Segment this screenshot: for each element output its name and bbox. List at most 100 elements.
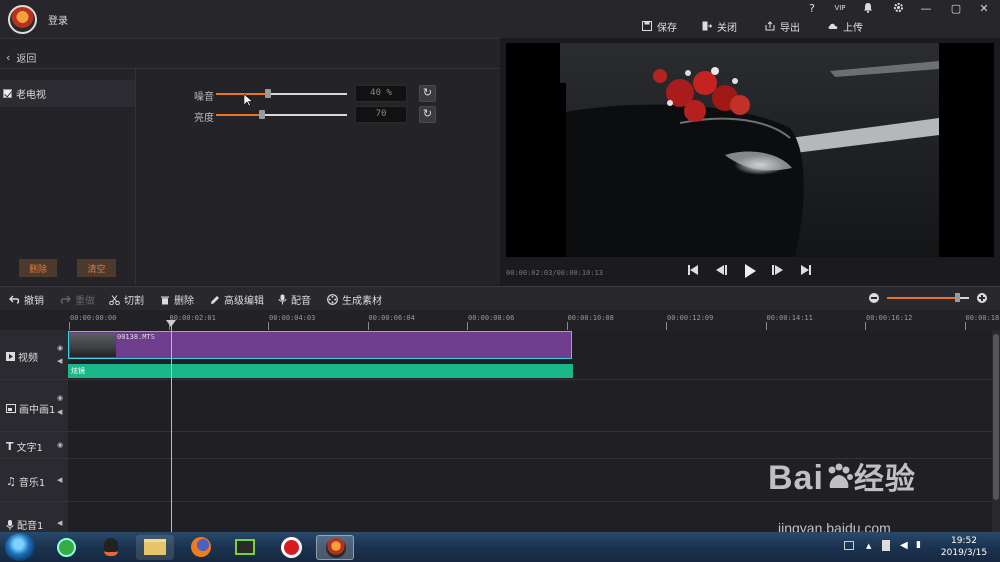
zoom-out-icon[interactable] [869, 293, 879, 303]
upload-button[interactable]: 上传 [828, 18, 863, 34]
cloud-upload-icon [828, 23, 838, 29]
pip-icon [6, 404, 16, 413]
step-back-icon[interactable] [714, 264, 728, 280]
clear-effects-button[interactable]: 清空 [77, 259, 116, 277]
noise-value[interactable]: 40 % [355, 85, 407, 102]
ruler-tick-label: 00:00:04:03 [269, 314, 316, 322]
gear-icon[interactable] [890, 2, 906, 16]
speaker-icon[interactable]: ◀ [57, 357, 65, 365]
taskbar-app-qq[interactable] [92, 535, 130, 560]
mic-icon [278, 294, 287, 305]
volume-icon[interactable]: ◀ [900, 540, 908, 551]
effect-bar[interactable]: 炫镜 [68, 364, 573, 378]
track-label: 配音1 [17, 521, 44, 532]
brightness-slider-handle[interactable] [259, 110, 265, 119]
delete-button[interactable]: 删除 [160, 292, 194, 307]
export-button[interactable]: 导出 [765, 18, 800, 34]
delete-effect-button[interactable]: 删除 [19, 259, 57, 277]
track-divider [0, 501, 992, 502]
keyboard-icon[interactable] [844, 541, 854, 550]
ruler-tick-mark [765, 322, 767, 330]
tray-expand-icon[interactable]: ▲ [866, 542, 871, 550]
vip-icon[interactable]: VIP [832, 4, 848, 18]
track-label: 文字1 [16, 443, 43, 454]
network-icon[interactable]: ▮ [916, 540, 921, 550]
cut-button[interactable]: 切割 [109, 292, 144, 307]
playhead-line[interactable] [171, 322, 172, 532]
login-link[interactable]: 登录 [48, 12, 68, 27]
track-label: 视频 [18, 353, 38, 364]
dub-button[interactable]: 配音 [278, 292, 311, 307]
tray-device-icon[interactable] [882, 540, 890, 551]
ruler-tick-mark [865, 322, 866, 330]
zoom-in-icon[interactable] [977, 293, 987, 303]
restore-button[interactable]: ▢ [948, 2, 964, 16]
brightness-value[interactable]: 70 [355, 106, 407, 123]
eye-icon[interactable]: ◉ [57, 441, 65, 449]
film-reel-icon [327, 294, 338, 305]
ruler-tick-label: 00:00:16:12 [866, 314, 913, 322]
ruler-tick-mark [467, 322, 468, 330]
speaker-icon[interactable]: ◀ [57, 408, 65, 416]
taskbar-app-video-editor[interactable] [316, 535, 354, 560]
track-pip[interactable]: 画中画1 [6, 401, 55, 416]
effect-checkbox[interactable] [3, 89, 12, 98]
redo-button[interactable]: 重做 [60, 292, 95, 307]
ruler-tick-label: 00:00:06:04 [368, 314, 415, 322]
close-window-button[interactable]: ✕ [976, 2, 992, 16]
start-button[interactable] [5, 533, 35, 561]
taskbar-app-recorder[interactable] [272, 535, 310, 560]
save-label: 保存 [657, 22, 677, 34]
minimize-button[interactable]: — [918, 2, 934, 16]
ruler-tick-label: 00:00:08:06 [468, 314, 515, 322]
preview-timecode: 00:00:02:03/00:00:10:13 [506, 269, 603, 277]
help-icon[interactable]: ? [804, 2, 820, 16]
redo-icon [60, 295, 71, 304]
track-music[interactable]: ♫ 音乐1 [6, 474, 45, 489]
brightness-slider-fill [216, 114, 262, 116]
close-button[interactable]: 关闭 [702, 18, 737, 34]
track-voice[interactable]: 配音1 [6, 517, 43, 532]
eye-icon[interactable]: ◉ [57, 344, 65, 352]
ruler-tick-label: 00:00:12:09 [667, 314, 714, 322]
track-text[interactable]: T 文字1 [6, 439, 43, 454]
taskbar-app-green[interactable] [47, 535, 85, 560]
taskbar-app-player[interactable] [226, 535, 264, 560]
speaker-icon[interactable]: ◀ [57, 476, 65, 484]
generate-material-button[interactable]: 生成素材 [327, 292, 382, 307]
redo-label: 重做 [75, 296, 95, 307]
mouse-cursor-icon [244, 94, 253, 107]
ruler-tick-mark [566, 322, 568, 330]
ruler-tick-mark [367, 322, 369, 330]
cut-label: 切割 [124, 296, 144, 307]
reset-icon[interactable]: ↻ [419, 106, 436, 123]
skip-end-icon[interactable] [799, 264, 813, 280]
step-forward-icon[interactable] [771, 264, 785, 280]
play-icon[interactable] [743, 264, 757, 280]
save-button[interactable]: 保存 [642, 18, 677, 34]
track-label: 画中画1 [19, 405, 56, 416]
edit-toolbar [0, 286, 1000, 310]
skip-start-icon[interactable] [686, 264, 700, 280]
advanced-edit-button[interactable]: 高级编辑 [210, 292, 264, 307]
back-button[interactable]: ‹ 返回 [6, 50, 36, 65]
noise-slider-handle[interactable] [265, 89, 271, 98]
speaker-icon[interactable]: ◀ [57, 519, 65, 527]
eye-icon[interactable]: ◉ [57, 394, 65, 402]
playhead-marker[interactable] [166, 320, 176, 327]
delete-label: 删除 [174, 296, 194, 307]
dub-label: 配音 [291, 296, 311, 307]
reset-icon[interactable]: ↻ [419, 85, 436, 102]
bell-icon[interactable] [860, 2, 876, 16]
undo-button[interactable]: 撤销 [9, 292, 44, 307]
track-video[interactable]: 视频 [6, 349, 38, 364]
export-label: 导出 [780, 22, 800, 34]
effect-list-item[interactable]: 老电视 [0, 80, 135, 107]
ruler-tick-label: 00:00:00:00 [70, 314, 117, 322]
taskbar-app-explorer[interactable] [136, 535, 174, 560]
scrollbar-thumb[interactable] [993, 334, 999, 500]
taskbar-app-firefox[interactable] [182, 535, 220, 560]
noise-label: 噪音 [194, 92, 214, 103]
zoom-slider-handle[interactable] [955, 293, 960, 302]
taskbar-clock[interactable]: 19:52 2019/3/15 [936, 535, 992, 559]
